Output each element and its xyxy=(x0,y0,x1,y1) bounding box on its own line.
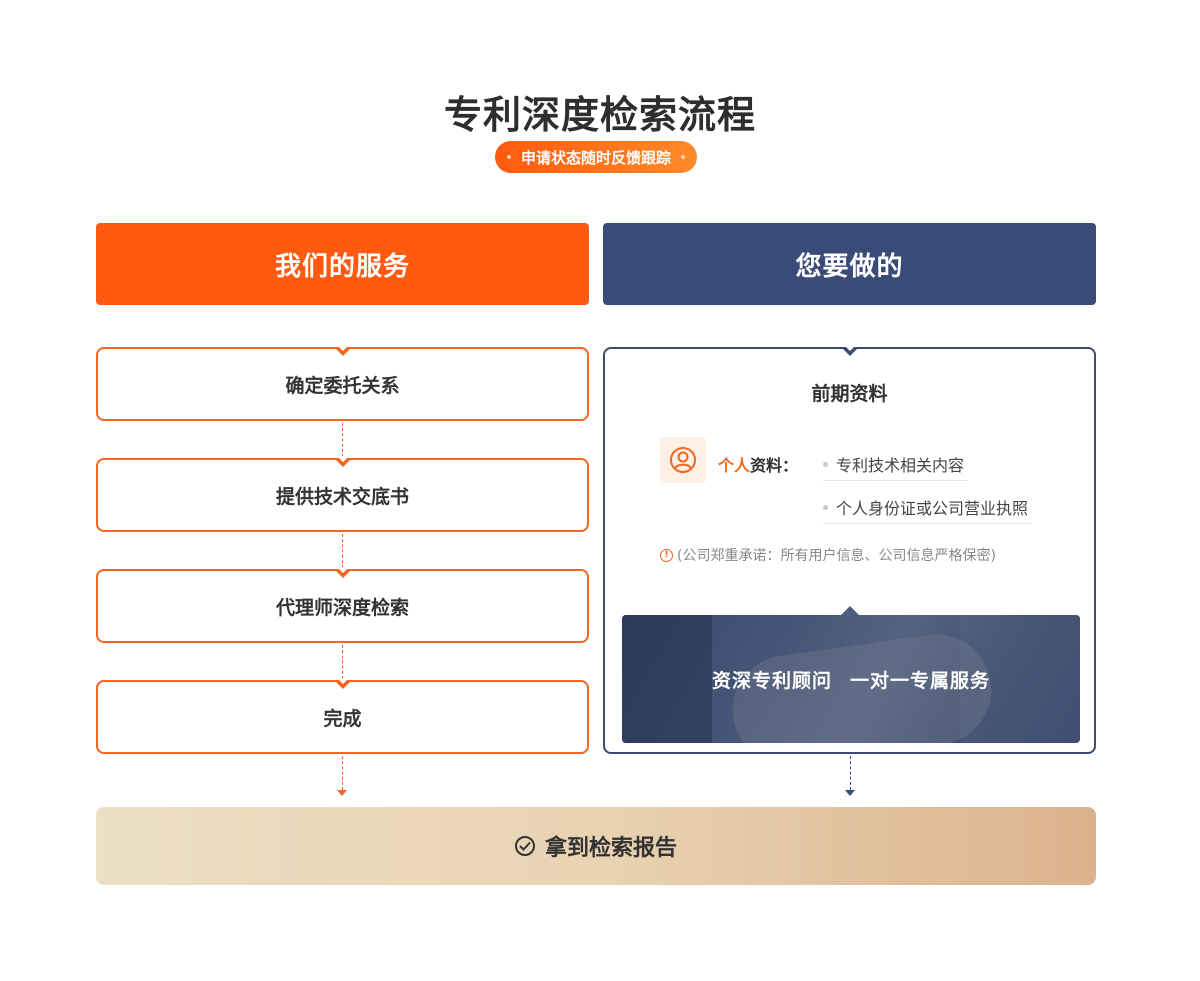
step-notch-icon xyxy=(333,567,352,578)
prep-title: 前期资料 xyxy=(811,383,888,405)
connector-line xyxy=(342,423,343,457)
page-title: 专利深度检索流程 xyxy=(443,93,756,137)
list-item: 个人身份证或公司营业执照 xyxy=(823,495,1033,524)
arrow-down-icon xyxy=(845,790,855,796)
label-accent: 个人 xyxy=(718,456,751,475)
step-notch-icon xyxy=(333,678,352,689)
check-circle-icon xyxy=(514,836,535,856)
banner-text-right: 一对一专属服务 xyxy=(850,669,991,692)
label-rest: 资料： xyxy=(750,456,799,475)
step-notch-icon xyxy=(333,345,352,356)
your-task-header: 您要做的 xyxy=(603,223,1096,305)
panel-notch-icon xyxy=(840,345,859,356)
step-complete: 完成 xyxy=(96,678,589,754)
result-label: 拿到检索报告 xyxy=(544,836,677,861)
banner-notch-icon xyxy=(840,606,859,615)
step-label: 确定委托关系 xyxy=(285,374,400,397)
privacy-note: ! (公司郑重承诺：所有用户信息、公司信息严格保密) xyxy=(660,545,996,565)
connector-line xyxy=(342,534,343,568)
personal-info-label: 个人资料： xyxy=(718,452,798,476)
prep-materials-panel: 前期资料 个人资料： 专利技术相关内容 个人身份证或公司营业执照 ! (公司郑重… xyxy=(603,345,1096,754)
our-service-header: 我们的服务 xyxy=(96,223,589,305)
bullet-icon xyxy=(823,504,828,510)
step-label: 提供技术交底书 xyxy=(275,485,409,508)
pill-dot-left xyxy=(506,155,511,159)
banner-text-left: 资深专利顾问 xyxy=(711,669,832,692)
step-label: 完成 xyxy=(323,707,362,730)
get-report-bar: 拿到检索报告 xyxy=(96,807,1096,885)
warning-icon: ! xyxy=(660,548,673,562)
pill-dot-right xyxy=(681,155,685,159)
connector-line xyxy=(342,756,343,790)
step-agent-search: 代理师深度检索 xyxy=(96,567,589,643)
consultant-banner: 资深专利顾问 一对一专属服务 xyxy=(622,615,1080,743)
arrow-down-icon xyxy=(337,790,347,796)
item-text: 个人身份证或公司营业执照 xyxy=(836,499,1029,518)
step-label: 代理师深度检索 xyxy=(275,596,409,619)
banner-text: 资深专利顾问 一对一专属服务 xyxy=(622,615,1080,743)
subtitle-badge: 申请状态随时反馈跟踪 xyxy=(495,141,697,173)
step-provide-disclosure: 提供技术交底书 xyxy=(96,456,589,532)
note-text: (公司郑重承诺：所有用户信息、公司信息严格保密) xyxy=(677,548,996,564)
list-item: 专利技术相关内容 xyxy=(823,452,969,481)
connector-line xyxy=(850,756,851,790)
bullet-icon xyxy=(823,461,828,467)
subtitle-text: 申请状态随时反馈跟踪 xyxy=(520,148,671,167)
step-confirm-commission: 确定委托关系 xyxy=(96,345,589,421)
connector-line xyxy=(342,645,343,679)
user-icon xyxy=(660,437,706,483)
item-text: 专利技术相关内容 xyxy=(836,456,965,475)
step-notch-icon xyxy=(333,456,352,467)
